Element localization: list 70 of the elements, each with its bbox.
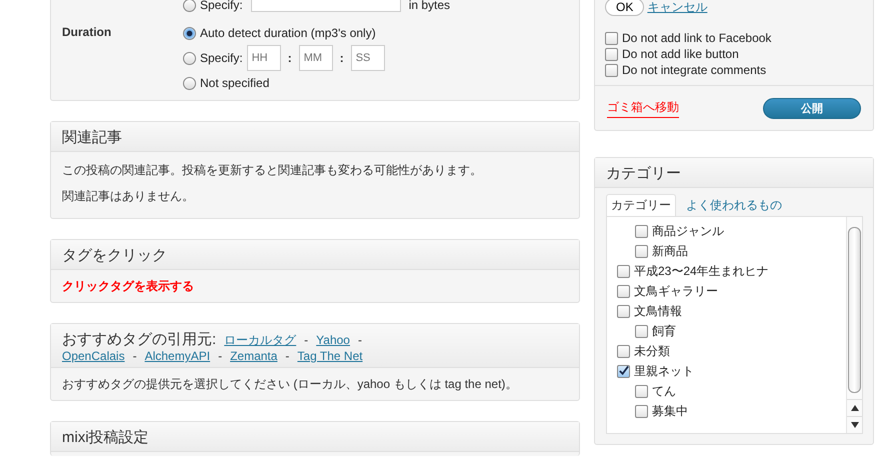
- category-label: 平成23〜24年生まれヒナ: [634, 262, 769, 280]
- option-label: Specify:: [200, 51, 243, 65]
- scrollbar[interactable]: [846, 217, 862, 433]
- checkbox[interactable]: [635, 224, 648, 238]
- panel-title: おすすめタグの引用元:: [62, 330, 216, 349]
- input-field[interactable]: MM: [298, 45, 333, 71]
- scrollbar-thumb[interactable]: [848, 227, 861, 393]
- ok-button[interactable]: OK: [605, 0, 644, 16]
- panel-title: タグをクリック: [62, 247, 167, 264]
- checkbox[interactable]: [635, 244, 648, 258]
- checkbox[interactable]: [617, 344, 630, 358]
- description-text: 関連記事はありません。: [62, 188, 195, 205]
- separator-label: -: [132, 349, 137, 363]
- source-link[interactable]: Zemanta: [230, 349, 278, 363]
- source-link[interactable]: ローカルタグ: [224, 332, 296, 349]
- option-label: Auto detect duration (mp3's only): [200, 26, 376, 40]
- separator-label: -: [304, 333, 308, 347]
- category-label: 文鳥情報: [634, 302, 682, 320]
- option-label: Not specified: [200, 76, 270, 90]
- checkbox-label: Do not add link to Facebook: [622, 31, 772, 45]
- checkbox[interactable]: [605, 64, 618, 76]
- checkbox-label: Do not integrate comments: [622, 63, 766, 77]
- input-field[interactable]: [250, 0, 401, 12]
- checkbox[interactable]: [617, 264, 630, 278]
- category-label: 未分類: [634, 342, 670, 360]
- checkbox[interactable]: [617, 304, 630, 318]
- description-text: おすすめタグの提供元を選択してください (ローカル、yahoo もしくは tag the net)。: [62, 376, 518, 393]
- radio-button[interactable]: [183, 52, 196, 64]
- radio-button[interactable]: [183, 0, 196, 12]
- checkbox[interactable]: [635, 404, 648, 418]
- tab[interactable]: カテゴリー: [606, 194, 676, 216]
- input-field[interactable]: HH: [246, 45, 281, 71]
- category-label: 新商品: [652, 242, 688, 260]
- panel-title: mixi投稿設定: [62, 429, 149, 446]
- checkbox-label: Do not add like button: [622, 47, 739, 61]
- description-text: この投稿の関連記事。投稿を更新すると関連記事も変わる可能性があります。: [62, 162, 483, 179]
- source-link[interactable]: Yahoo: [316, 333, 350, 347]
- show-tags-link[interactable]: クリックタグを表示する: [62, 279, 194, 293]
- source-link[interactable]: Tag The Net: [297, 349, 363, 363]
- checkbox[interactable]: [605, 48, 618, 60]
- separator-label: -: [285, 349, 290, 363]
- category-label: 募集中: [652, 402, 688, 420]
- checkbox[interactable]: [617, 364, 630, 378]
- separator-label: :: [338, 51, 345, 65]
- unit-label: in bytes: [408, 0, 450, 12]
- checkbox[interactable]: [617, 284, 630, 298]
- checkbox[interactable]: [605, 32, 618, 44]
- separator-label: -: [218, 349, 222, 363]
- checkbox[interactable]: [635, 324, 648, 338]
- category-label: 飼育: [652, 322, 676, 340]
- category-label: 里親ネット: [634, 362, 694, 380]
- radio-button[interactable]: [183, 26, 196, 40]
- panel-title: 関連記事: [62, 129, 122, 146]
- publish-button[interactable]: 公開: [763, 98, 861, 119]
- tab[interactable]: よく使われるもの: [682, 195, 786, 216]
- source-link[interactable]: AlchemyAPI: [144, 349, 210, 363]
- source-link[interactable]: OpenCalais: [62, 349, 125, 363]
- category-label: 文鳥ギャラリー: [634, 282, 718, 300]
- category-label: てん: [652, 382, 676, 400]
- input-field[interactable]: SS: [350, 45, 385, 71]
- field-label: Duration: [62, 24, 112, 41]
- panel-title: カテゴリー: [606, 165, 681, 182]
- cancel-link[interactable]: キャンセル: [647, 0, 708, 16]
- separator-label: :: [286, 51, 293, 65]
- separator-label: -: [358, 333, 362, 347]
- option-label: Specify:: [200, 0, 243, 12]
- checkbox[interactable]: [635, 384, 648, 398]
- radio-button[interactable]: [183, 76, 196, 90]
- trash-link[interactable]: ゴミ箱へ移動: [607, 99, 679, 118]
- category-label: 商品ジャンル: [652, 222, 724, 240]
